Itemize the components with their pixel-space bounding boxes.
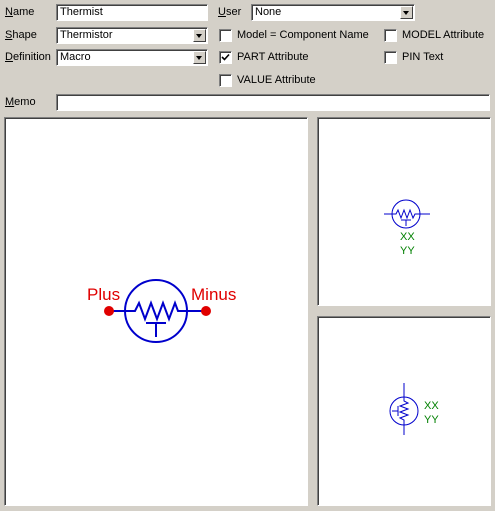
- memo-field[interactable]: [56, 94, 490, 111]
- model-attribute-checkbox[interactable]: [384, 29, 397, 42]
- user-value: None: [255, 6, 282, 18]
- model-attribute-label: MODEL Attribute: [402, 29, 485, 41]
- attr-label-yy: YY: [424, 414, 439, 426]
- chevron-down-icon[interactable]: [193, 51, 206, 64]
- definition-label: Definition: [5, 51, 51, 63]
- definition-dropdown[interactable]: Macro: [56, 49, 208, 66]
- value-attribute-checkbox[interactable]: [219, 74, 232, 87]
- checkmark-icon: [221, 53, 230, 61]
- user-dropdown[interactable]: None: [251, 4, 415, 21]
- attr-label-yy: YY: [400, 245, 415, 257]
- user-label: User: [218, 6, 242, 18]
- symbol-preview-horizontal[interactable]: XX YY: [317, 117, 491, 306]
- attr-label-xx: XX: [400, 231, 415, 243]
- shape-dropdown[interactable]: Thermistor: [56, 27, 208, 44]
- part-attribute-label: PART Attribute: [237, 51, 309, 63]
- pin-dot-minus[interactable]: [201, 306, 211, 316]
- symbol-preview-vertical[interactable]: XX YY: [317, 316, 491, 506]
- definition-value: Macro: [60, 51, 91, 63]
- pin-dot-plus[interactable]: [104, 306, 114, 316]
- symbol-preview-large[interactable]: Plus Minus: [4, 117, 308, 506]
- thermistor-symbol-small-horizontal: XX YY: [384, 199, 430, 257]
- model-component-name-label: Model = Component Name: [237, 29, 369, 41]
- memo-label: Memo: [5, 96, 36, 108]
- model-component-name-checkbox[interactable]: [219, 29, 232, 42]
- part-attribute-checkbox[interactable]: [219, 51, 232, 64]
- shape-value: Thermistor: [60, 29, 113, 41]
- attr-label-xx: XX: [424, 400, 439, 412]
- name-value: Thermist: [60, 6, 103, 18]
- pin-label-plus: Plus: [87, 285, 120, 304]
- thermistor-symbol-large: Plus Minus: [87, 279, 236, 343]
- thermistor-symbol-small-vertical: XX YY: [389, 383, 439, 435]
- shape-label: Shape: [5, 29, 37, 41]
- pin-label-minus: Minus: [191, 285, 236, 304]
- pin-text-label: PIN Text: [402, 51, 444, 63]
- value-attribute-label: VALUE Attribute: [237, 74, 316, 86]
- name-label: Name: [5, 6, 35, 18]
- chevron-down-icon[interactable]: [193, 29, 206, 42]
- name-field[interactable]: Thermist: [56, 4, 208, 21]
- chevron-down-icon[interactable]: [400, 6, 413, 19]
- pin-text-checkbox[interactable]: [384, 51, 397, 64]
